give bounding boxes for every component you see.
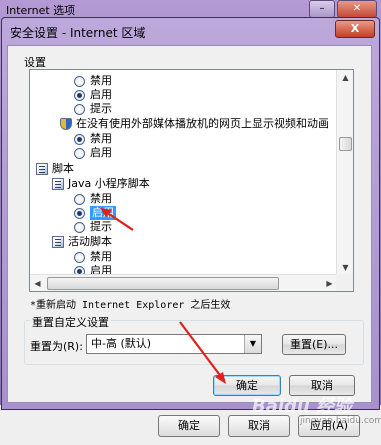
radio-button[interactable]: [74, 103, 85, 115]
outer-window-controls: – ✕: [309, 0, 377, 18]
radio-button[interactable]: [74, 75, 85, 87]
minimize-icon[interactable]: –: [309, 0, 335, 18]
shield-icon: [60, 118, 72, 130]
horizontal-scroll-thumb[interactable]: [47, 277, 279, 290]
radio-option[interactable]: 禁用: [74, 192, 112, 206]
tree-item: 活动脚本: [52, 235, 112, 249]
reset-group-label: 重置自定义设置: [30, 314, 111, 330]
settings-tree[interactable]: 禁用 启用 提示 在没有使用外部媒体播放机的网页上显示视频和动画 禁用 启用 脚本 Java …: [29, 69, 354, 292]
radio-option[interactable]: 启用: [74, 88, 112, 102]
tree-label: 提示: [90, 220, 112, 233]
radio-option[interactable]: 启用: [74, 206, 116, 220]
radio-button[interactable]: [74, 89, 85, 101]
scroll-down-icon[interactable]: ▼: [337, 260, 353, 275]
radio-button[interactable]: [74, 221, 85, 233]
reset-button[interactable]: 重置(E)...: [282, 334, 346, 355]
tree-label: 启用: [90, 206, 116, 220]
outer-ok-button[interactable]: 确定: [158, 415, 220, 437]
vertical-scrollbar[interactable]: ▲ ▼: [336, 70, 353, 275]
radio-option[interactable]: 禁用: [74, 250, 112, 264]
reset-level-select[interactable]: 中-高 (默认) ▼: [86, 334, 262, 354]
script-icon: [52, 236, 64, 248]
radio-button[interactable]: [74, 251, 85, 263]
radio-option[interactable]: 提示: [74, 102, 112, 116]
close-icon[interactable]: ✕: [337, 0, 377, 18]
script-icon: [52, 178, 64, 190]
restart-note: *重新启动 Internet Explorer 之后生效: [30, 300, 231, 311]
reset-to-label: 重置为(R):: [30, 340, 83, 353]
reset-level-value: 中-高 (默认): [91, 337, 152, 350]
scroll-left-icon[interactable]: ◀: [30, 275, 45, 291]
radio-option[interactable]: 禁用: [74, 132, 112, 146]
scroll-right-icon[interactable]: ▶: [322, 275, 337, 291]
dialog-title: 安全设置 - Internet 区域: [10, 26, 146, 40]
tree-label: 活动脚本: [68, 235, 112, 248]
settings-label: 设置: [24, 56, 46, 69]
tree-label: 脚本: [52, 162, 74, 175]
radio-button[interactable]: [74, 147, 85, 159]
chevron-down-icon[interactable]: ▼: [244, 335, 261, 353]
radio-option[interactable]: 启用: [74, 146, 112, 160]
scroll-up-icon[interactable]: ▲: [337, 70, 353, 85]
watermark-url: jingyan.baidu.com: [300, 416, 381, 426]
scrollbar-corner: [336, 274, 353, 291]
outer-cancel-button[interactable]: 取消: [228, 415, 290, 437]
horizontal-scrollbar[interactable]: ◀ ▶: [30, 274, 337, 291]
tree-label: 在没有使用外部媒体播放机的网页上显示视频和动画: [76, 117, 329, 130]
dialog-close-button[interactable]: X: [335, 20, 375, 38]
settings-tree-content: 禁用 启用 提示 在没有使用外部媒体播放机的网页上显示视频和动画 禁用 启用 脚本 Java …: [30, 70, 337, 275]
tree-label: 提示: [90, 102, 112, 115]
tree-label: 禁用: [90, 192, 112, 205]
radio-option[interactable]: 禁用: [74, 74, 112, 88]
script-icon: [36, 163, 48, 175]
tree-item: Java 小程序脚本: [52, 177, 150, 191]
tree-label: 禁用: [90, 132, 112, 145]
tree-label: Java 小程序脚本: [68, 177, 150, 190]
tree-group: 脚本: [36, 162, 74, 176]
tree-label: 禁用: [90, 74, 112, 87]
tree-label: 禁用: [90, 250, 112, 263]
radio-button[interactable]: [74, 207, 85, 219]
tree-label: 启用: [90, 146, 112, 159]
radio-button[interactable]: [74, 193, 85, 205]
tree-item: 在没有使用外部媒体播放机的网页上显示视频和动画: [60, 117, 329, 131]
tree-label: 启用: [90, 88, 112, 101]
radio-option[interactable]: 提示: [74, 220, 112, 234]
outer-window-title: Internet 选项: [6, 4, 76, 17]
radio-button[interactable]: [74, 133, 85, 145]
vertical-scroll-thumb[interactable]: [339, 137, 352, 151]
watermark-logo: Baidu 经验: [252, 396, 353, 417]
